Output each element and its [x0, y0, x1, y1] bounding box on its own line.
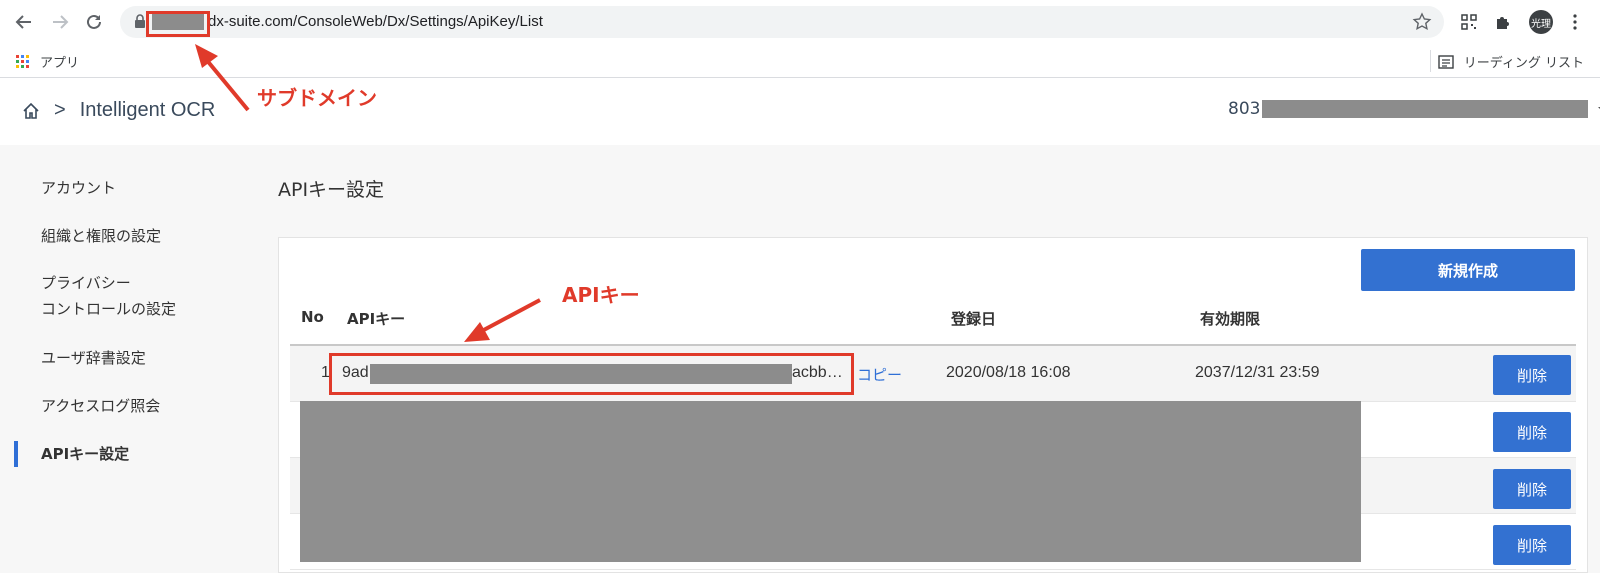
annotation-arrow-icon — [195, 44, 250, 112]
annotation-arrow-icon — [464, 298, 541, 342]
annotation-arrows — [195, 44, 541, 342]
